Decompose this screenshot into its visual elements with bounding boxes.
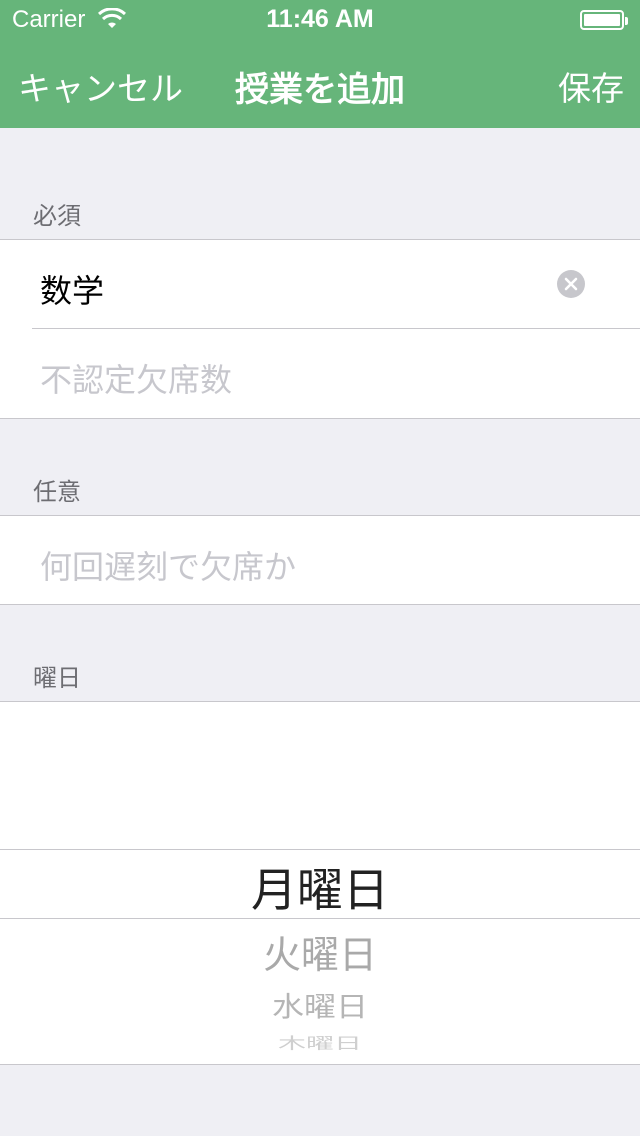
subject-input[interactable]: 数学 [40, 266, 104, 312]
picker-option[interactable]: 水曜日 [0, 985, 640, 1024]
picker-option[interactable]: 木曜日 [0, 1032, 640, 1050]
page-title: 授業を追加 [235, 70, 405, 110]
clear-icon[interactable] [557, 270, 585, 298]
late-count-field[interactable]: 何回遅刻で欠席か [0, 516, 640, 604]
required-group: 数学 不認定欠席数 [0, 239, 640, 419]
picker-option[interactable]: 月曜日 [0, 854, 640, 920]
status-time: 11:46 AM [266, 5, 374, 33]
weekday-picker[interactable]: 月曜日 火曜日 水曜日 木曜日 [0, 701, 640, 1065]
absence-count-field[interactable]: 不認定欠席数 [0, 329, 640, 417]
status-bar: Carrier 11:46 AM [0, 0, 640, 40]
subject-field[interactable]: 数学 [0, 240, 640, 328]
late-count-input[interactable]: 何回遅刻で欠席か [40, 542, 296, 588]
picker-option[interactable]: 火曜日 [0, 924, 640, 979]
battery-icon [580, 10, 628, 30]
picker-selection-top [0, 849, 640, 850]
absence-count-input[interactable]: 不認定欠席数 [40, 355, 232, 401]
section-header-optional: 任意 [33, 478, 81, 506]
save-button[interactable]: 保存 [558, 62, 624, 110]
section-header-required: 必須 [33, 202, 81, 230]
navigation-bar: Carrier 11:46 AM キャンセル 授業を追加 保存 [0, 0, 640, 128]
optional-group: 何回遅刻で欠席か [0, 515, 640, 605]
section-header-weekday: 曜日 [33, 664, 81, 692]
